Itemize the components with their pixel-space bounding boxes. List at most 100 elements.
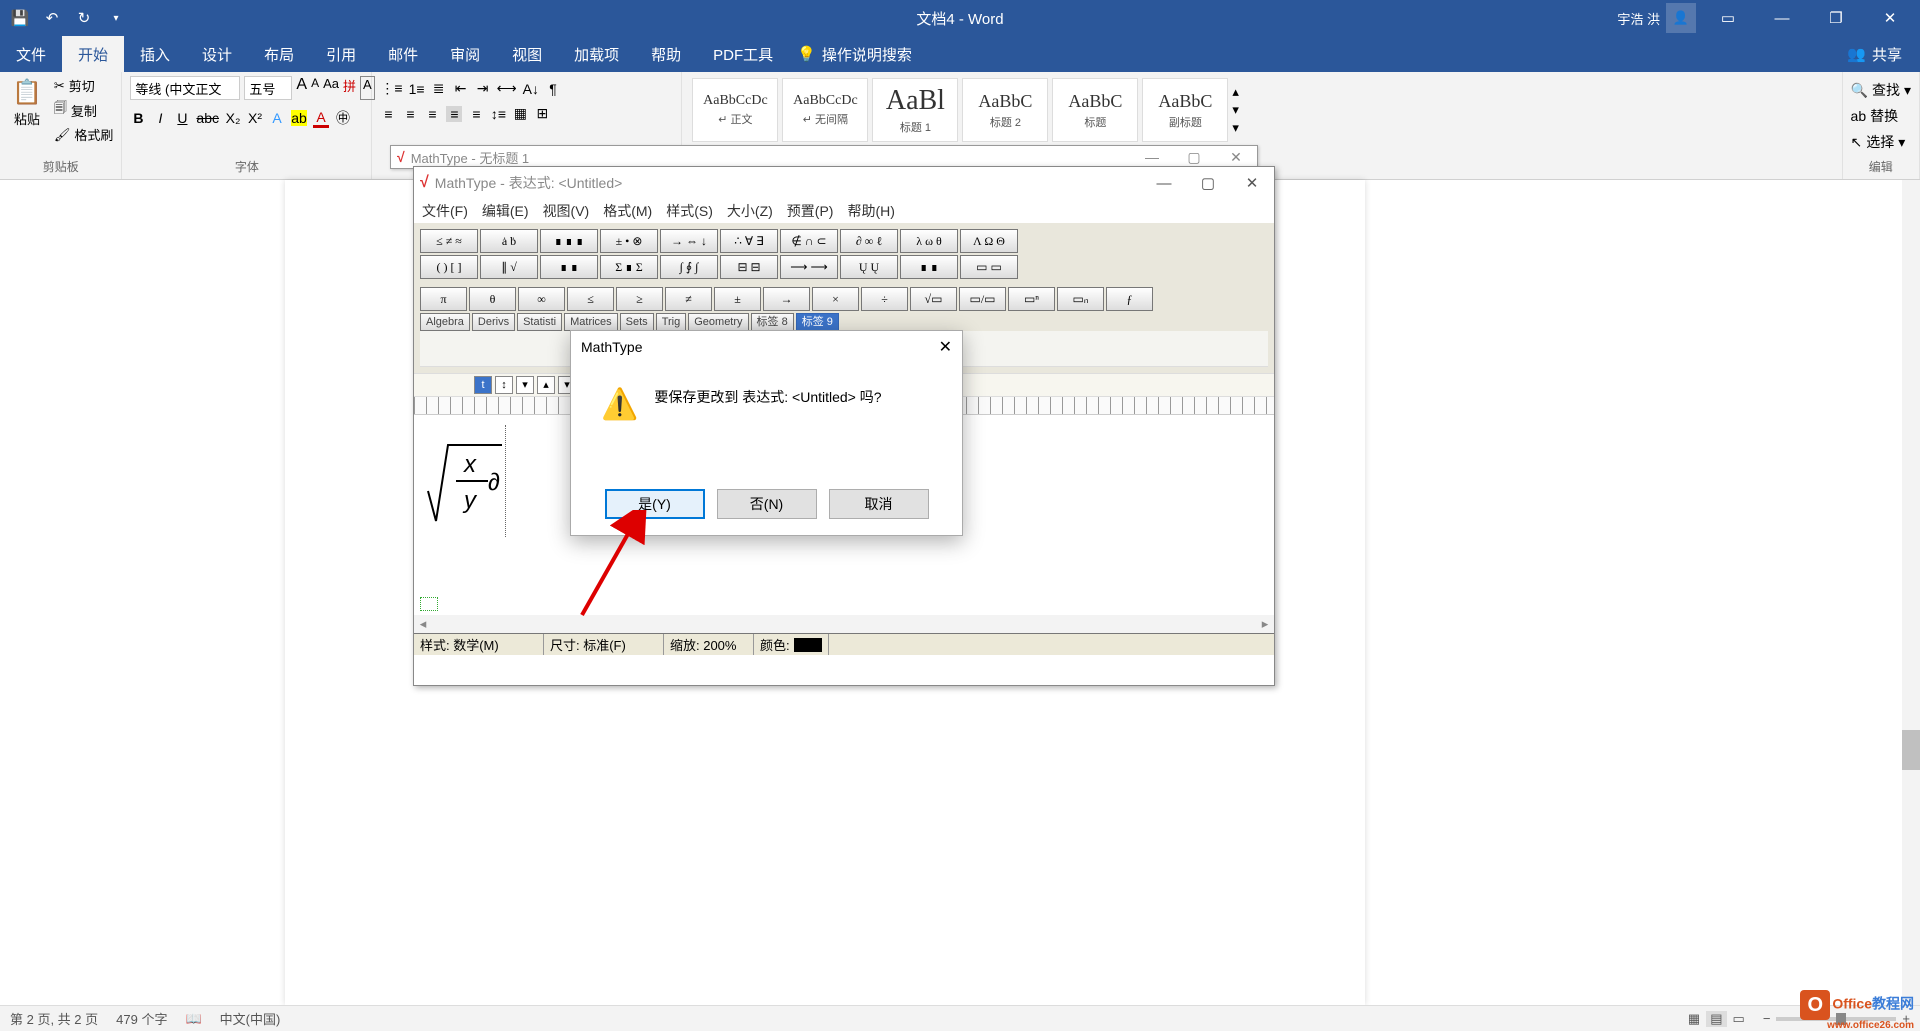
style-heading1[interactable]: AaBl标题 1 — [872, 78, 958, 142]
mt-hscroll[interactable]: ◂▸ — [414, 615, 1274, 633]
tab-design[interactable]: 设计 — [186, 36, 248, 72]
status-page[interactable]: 第 2 页, 共 2 页 — [10, 1009, 98, 1028]
align-left-icon[interactable]: ≡ — [380, 106, 396, 122]
mt-menu-help[interactable]: 帮助(H) — [847, 201, 894, 221]
mt-template[interactable]: ∫ ∮ ∫ — [660, 255, 718, 279]
mt-template[interactable]: ( ) [ ] — [420, 255, 478, 279]
mt-palette[interactable]: → ⇔ ↓ — [660, 229, 718, 253]
dialog-close-icon[interactable]: ✕ — [939, 337, 952, 357]
share-button[interactable]: 👥 共享 — [1829, 36, 1920, 72]
mt-template[interactable]: ▭ ▭ — [960, 255, 1018, 279]
strike-button[interactable]: abc — [196, 110, 219, 126]
subscript-button[interactable]: X₂ — [225, 110, 241, 126]
mt-max-icon[interactable]: ▢ — [1186, 167, 1230, 199]
replace-button[interactable]: ab 替换 — [1851, 106, 1911, 126]
mt-tab[interactable]: Trig — [656, 313, 687, 331]
cancel-button[interactable]: 取消 — [829, 489, 929, 519]
tab-help[interactable]: 帮助 — [635, 36, 697, 72]
redo-icon[interactable]: ↻ — [74, 8, 94, 28]
align-justify-icon[interactable]: ≡ — [446, 106, 462, 122]
mt-tab[interactable]: Derivs — [472, 313, 515, 331]
mt-status-style[interactable]: 样式: 数学(M) — [414, 634, 544, 655]
close-icon[interactable]: ✕ — [1868, 0, 1912, 36]
mt-sym[interactable]: ≤ — [567, 287, 614, 311]
tab-file[interactable]: 文件 — [0, 36, 62, 72]
mt-template[interactable]: ⊟ ⊟ — [720, 255, 778, 279]
tab-view[interactable]: 视图 — [496, 36, 558, 72]
mt-sym[interactable]: ▭ₙ — [1057, 287, 1104, 311]
mt-sym[interactable]: × — [812, 287, 859, 311]
mt-menu-style[interactable]: 样式(S) — [666, 201, 713, 221]
tab-mailings[interactable]: 邮件 — [372, 36, 434, 72]
styles-more-icon[interactable]: ▴▾▾ — [1232, 84, 1239, 136]
zoom-out-icon[interactable]: − — [1763, 1011, 1771, 1026]
mt-tab-selected[interactable]: 标签 9 — [796, 313, 839, 331]
mt-back-close-icon[interactable]: ✕ — [1215, 149, 1257, 166]
tell-me-search[interactable]: 💡 操作说明搜索 — [797, 36, 912, 72]
mt-menu-size[interactable]: 大小(Z) — [727, 201, 773, 221]
mt-status-size[interactable]: 尺寸: 标准(F) — [544, 634, 664, 655]
tab-pdf[interactable]: PDF工具 — [697, 36, 789, 72]
tab-insert[interactable]: 插入 — [124, 36, 186, 72]
enclose-icon[interactable]: ㊥ — [335, 108, 351, 128]
style-heading2[interactable]: AaBbC标题 2 — [962, 78, 1048, 142]
mt-template[interactable]: Ų Ų — [840, 255, 898, 279]
dec-indent-icon[interactable]: ⇤ — [453, 80, 469, 97]
mt-back-min-icon[interactable]: — — [1131, 149, 1173, 166]
phonetic-icon[interactable]: 拼 — [343, 76, 356, 100]
save-icon[interactable]: 💾 — [10, 8, 30, 28]
style-subtitle[interactable]: AaBbC副标题 — [1142, 78, 1228, 142]
change-case-icon[interactable]: Aa — [323, 76, 339, 100]
mt-tab[interactable]: Statisti — [517, 313, 562, 331]
mt-palette[interactable]: ∂ ∞ ℓ — [840, 229, 898, 253]
mt-menu-view[interactable]: 视图(V) — [543, 201, 590, 221]
style-title[interactable]: AaBbC标题 — [1052, 78, 1138, 142]
superscript-button[interactable]: X² — [247, 110, 263, 126]
mt-template[interactable]: ∎ ∎ — [540, 255, 598, 279]
mt-template[interactable]: ⟶ ⟶ — [780, 255, 838, 279]
mt-template[interactable]: ∎ ∎ — [900, 255, 958, 279]
highlight-icon[interactable]: ab — [291, 110, 307, 126]
asian-align-icon[interactable]: ⟷ — [497, 80, 517, 97]
mt-sym[interactable]: ± — [714, 287, 761, 311]
mathtype-titlebar[interactable]: √ MathType - 表达式: <Untitled> — ▢ ✕ — [414, 167, 1274, 199]
numbering-icon[interactable]: 1≡ — [409, 81, 425, 97]
mt-sym[interactable]: → — [763, 287, 810, 311]
mt-tab[interactable]: 标签 8 — [751, 313, 794, 331]
view-print-icon[interactable]: ▤ — [1706, 1011, 1726, 1027]
user-name[interactable]: 宇浩 洪 👤 — [1617, 3, 1696, 33]
text-effects-icon[interactable]: A — [269, 110, 285, 126]
style-normal[interactable]: AaBbCcDc↵ 正文 — [692, 78, 778, 142]
multilist-icon[interactable]: ≣ — [431, 80, 447, 97]
font-family-dropdown[interactable]: 等线 (中文正文 — [130, 76, 240, 100]
qat-dropdown-icon[interactable]: ▾ — [106, 8, 126, 28]
mt-tab[interactable]: Sets — [620, 313, 654, 331]
spellcheck-icon[interactable]: 📖 — [185, 1011, 201, 1027]
ribbon-options-icon[interactable]: ▭ — [1706, 0, 1750, 36]
mt-sym[interactable]: ∞ — [518, 287, 565, 311]
find-button[interactable]: 🔍 查找 ▾ — [1851, 80, 1911, 100]
mt-template[interactable]: ∥ √ — [480, 255, 538, 279]
align-center-icon[interactable]: ≡ — [402, 106, 418, 122]
mt-template[interactable]: Σ ∎ Σ — [600, 255, 658, 279]
mt-tb2-btn[interactable]: ▴ — [537, 376, 555, 394]
mt-sym[interactable]: ≥ — [616, 287, 663, 311]
distribute-icon[interactable]: ≡ — [468, 106, 484, 122]
minimize-icon[interactable]: — — [1760, 0, 1804, 36]
tab-home[interactable]: 开始 — [62, 36, 124, 72]
mt-close-icon[interactable]: ✕ — [1230, 167, 1274, 199]
underline-button[interactable]: U — [174, 110, 190, 126]
format-painter-button[interactable]: 🖌 格式刷 — [54, 125, 114, 144]
select-button[interactable]: ↖ 选择 ▾ — [1851, 132, 1911, 152]
mt-sym[interactable]: ▭/▭ — [959, 287, 1006, 311]
mt-palette[interactable]: Λ Ω Θ — [960, 229, 1018, 253]
no-button[interactable]: 否(N) — [717, 489, 817, 519]
mt-menu-pref[interactable]: 预置(P) — [787, 201, 834, 221]
italic-button[interactable]: I — [152, 110, 168, 126]
mt-sym[interactable]: √▭ — [910, 287, 957, 311]
mt-sym[interactable]: π — [420, 287, 467, 311]
avatar-icon[interactable]: 👤 — [1666, 3, 1696, 33]
tab-addins[interactable]: 加载项 — [558, 36, 635, 72]
copy-button[interactable]: 🗐 复制 — [54, 99, 114, 121]
style-nospacing[interactable]: AaBbCcDc↵ 无间隔 — [782, 78, 868, 142]
